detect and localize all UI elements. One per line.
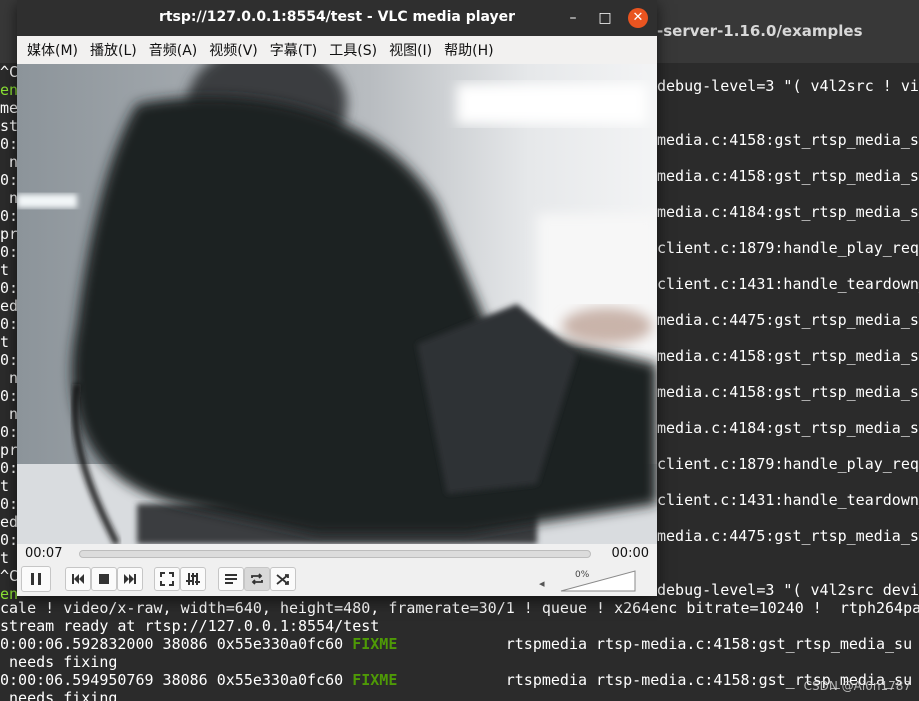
terminal-line: pr [0, 441, 19, 459]
video-frame [17, 64, 657, 544]
next-button[interactable] [117, 567, 143, 591]
terminal-line: 0: [0, 243, 19, 261]
terminal-line: 0: [0, 387, 19, 405]
log-message: rtspmedia rtsp-media.c:4158:gst_rtsp_med… [397, 635, 913, 653]
terminal-line: ^C [0, 567, 19, 585]
menu-media[interactable]: 媒体(M) [21, 40, 84, 60]
terminal-line: n [0, 153, 19, 171]
terminal-line: me [0, 99, 19, 117]
terminal-line: 0: [0, 351, 19, 369]
terminal-line: client.c:1879:handle_play_requ [657, 455, 919, 473]
terminal-line: media.c:4184:gst_rtsp_media_su [657, 419, 919, 437]
pause-icon [31, 573, 41, 585]
seek-row: 00:07 00:00 [17, 544, 657, 564]
terminal-line: client.c:1431:handle_teardown_ [657, 275, 919, 293]
terminal-line: 0: [0, 207, 19, 225]
volume-slider[interactable] [560, 570, 636, 592]
terminal-line: 0: [0, 423, 19, 441]
loop-icon [251, 573, 263, 585]
terminal-line: media.c:4475:gst_rtsp_media_se [657, 527, 919, 545]
terminal-line: media.c:4158:gst_rtsp_media_su [657, 131, 919, 149]
terminal-line: t [0, 477, 10, 495]
fullscreen-button[interactable] [154, 567, 180, 591]
terminal-line: media.c:4475:gst_rtsp_media_se [657, 311, 919, 329]
terminal-line: n [0, 189, 19, 207]
terminal-line: cale ! video/x-raw, width=640, height=48… [0, 599, 919, 617]
speaker-icon[interactable]: ◂ [539, 577, 545, 590]
seek-slider[interactable] [79, 550, 591, 558]
playlist-button[interactable] [218, 567, 244, 591]
terminal-line: n [0, 405, 19, 423]
video-area[interactable] [17, 64, 657, 544]
terminal-line: ed [0, 513, 19, 531]
terminal-line: ^C [0, 63, 19, 81]
shuffle-icon [276, 574, 289, 585]
log-level: FIXME [352, 635, 398, 653]
control-bar: ◂ 0% [17, 564, 657, 596]
menu-audio[interactable]: 音频(A) [143, 40, 204, 60]
window-title: rtsp://127.0.0.1:8554/test - VLC media p… [158, 9, 516, 25]
equalizer-icon [186, 573, 200, 585]
terminal-line: 0: [0, 315, 19, 333]
terminal-line: pr [0, 225, 19, 243]
total-time[interactable]: 00:00 [612, 546, 649, 561]
terminal-line: client.c:1879:handle_play_requ [657, 239, 919, 257]
terminal-line: 0: [0, 531, 19, 549]
close-button[interactable]: ✕ [628, 8, 648, 28]
terminal-line: t [0, 333, 10, 351]
terminal-line: 0: [0, 135, 19, 153]
terminal-line: media.c:4184:gst_rtsp_media_su [657, 203, 919, 221]
terminal-line: n [0, 369, 19, 387]
next-icon [124, 574, 136, 584]
stop-button[interactable] [91, 567, 117, 591]
terminal-line: needs fixing [0, 653, 118, 671]
watermark: CSDN @Ai0n1787 [803, 679, 911, 693]
menu-tools[interactable]: 工具(S) [323, 40, 383, 60]
terminal-line: 0:00:06.592832000 38086 0x55e330a0fc60 F… [0, 635, 912, 653]
vlc-titlebar[interactable]: rtsp://127.0.0.1:8554/test - VLC media p… [17, 0, 657, 36]
terminal-line: debug-level=3 "( v4l2src ! vi [657, 77, 919, 95]
terminal-line: ed [0, 297, 19, 315]
menu-subtitle[interactable]: 字幕(T) [264, 40, 323, 60]
terminal-line: t [0, 549, 10, 567]
menu-bar: 媒体(M) 播放(L) 音频(A) 视频(V) 字幕(T) 工具(S) 视图(I… [17, 36, 657, 64]
play-pause-button[interactable] [21, 566, 51, 592]
terminal-line: media.c:4158:gst_rtsp_media_su [657, 347, 919, 365]
fullscreen-icon [160, 572, 174, 586]
previous-icon [72, 574, 84, 584]
terminal-line: 0: [0, 171, 19, 189]
previous-button[interactable] [65, 567, 91, 591]
terminal-line: 0:00:06.594950769 38086 0x55e330a0fc60 F… [0, 671, 912, 689]
terminal-line: client.c:1431:handle_teardown_ [657, 491, 919, 509]
terminal-line: 0: [0, 279, 19, 297]
log-prefix: 0:00:06.592832000 38086 0x55e330a0fc60 [0, 635, 353, 653]
terminal-line: media.c:4158:gst_rtsp_media_su [657, 167, 919, 185]
menu-view[interactable]: 视图(I) [383, 40, 438, 60]
terminal-line: debug-level=3 "( v4l2src devi [657, 581, 919, 599]
menu-video[interactable]: 视频(V) [203, 40, 264, 60]
terminal-line: 0: [0, 495, 19, 513]
terminal-line: 0: [0, 459, 19, 477]
loop-button[interactable] [244, 567, 270, 591]
terminal-line: st [0, 117, 19, 135]
minimize-button[interactable]: – [564, 9, 582, 27]
terminal-line: needs fixing [0, 689, 118, 701]
stop-icon [99, 574, 109, 584]
menu-help[interactable]: 帮助(H) [438, 40, 499, 60]
menu-playback[interactable]: 播放(L) [84, 40, 143, 60]
terminal-line: stream ready at rtsp://127.0.0.1:8554/te… [0, 617, 380, 635]
playlist-icon [225, 574, 237, 584]
terminal-line: t [0, 261, 10, 279]
shuffle-button[interactable] [270, 567, 296, 591]
maximize-button[interactable]: □ [596, 9, 614, 27]
terminal-line: media.c:4158:gst_rtsp_media_su [657, 383, 919, 401]
log-prefix: 0:00:06.594950769 38086 0x55e330a0fc60 [0, 671, 353, 689]
terminal-title: -server-1.16.0/examples [657, 22, 863, 40]
current-time: 00:07 [25, 546, 63, 561]
terminal-line: en [0, 81, 19, 99]
extended-settings-button[interactable] [180, 567, 206, 591]
log-level: FIXME [352, 671, 398, 689]
vlc-window: rtsp://127.0.0.1:8554/test - VLC media p… [17, 0, 657, 596]
volume-percent: 0% [575, 570, 590, 580]
